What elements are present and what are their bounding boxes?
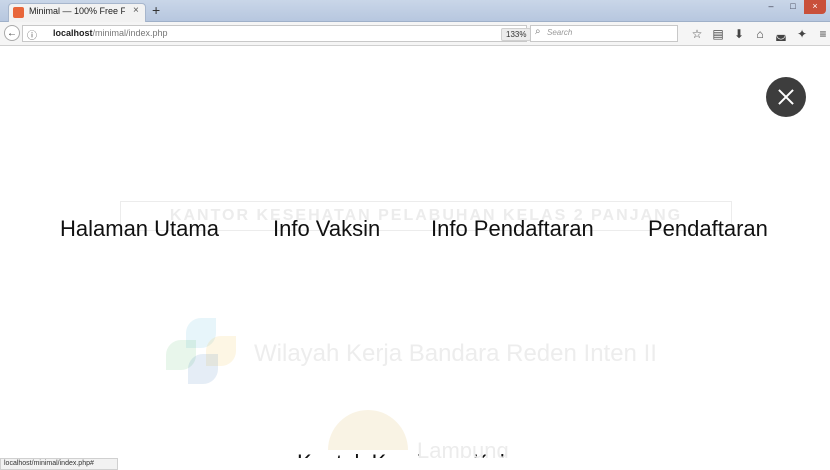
background-seal: [328, 410, 408, 450]
browser-navbar: ← ⓘ localhost/minimal/index.php 133% ↻ ⌕…: [0, 22, 830, 46]
browser-titlebar: Minimal — 100% Free Fully R × + – □ ×: [0, 0, 830, 22]
background-region-text: Wilayah Kerja Bandara Reden Inten II: [254, 340, 657, 367]
search-icon: ⌕: [535, 26, 541, 37]
menu-item-info-vaksin[interactable]: Info Vaksin: [273, 216, 380, 242]
clipboard-icon[interactable]: ▤: [711, 26, 725, 42]
address-bar[interactable]: ⓘ localhost/minimal/index.php 133% ↻: [22, 25, 543, 42]
window-close-icon[interactable]: ×: [804, 0, 826, 14]
download-icon[interactable]: ⬇: [732, 26, 746, 42]
pocket-icon[interactable]: ◛: [774, 26, 788, 42]
browser-tab[interactable]: Minimal — 100% Free Fully R ×: [8, 3, 146, 22]
search-placeholder: Search: [547, 28, 573, 37]
menu-item-halaman-utama[interactable]: Halaman Utama: [60, 216, 219, 242]
url-host: localhost: [53, 28, 93, 38]
menu-item-kontak-kami[interactable]: Kontak Kami: [297, 450, 422, 458]
info-icon[interactable]: ⓘ: [27, 27, 37, 42]
tab-title: Minimal — 100% Free Fully R: [29, 6, 125, 16]
maximize-icon[interactable]: □: [782, 0, 804, 14]
minimize-icon[interactable]: –: [760, 0, 782, 14]
tab-close-icon[interactable]: ×: [133, 5, 139, 16]
background-logo: [162, 318, 240, 386]
extension-icon[interactable]: ✦: [795, 26, 809, 42]
menu-item-info-pendaftaran[interactable]: Info Pendaftaran: [431, 216, 594, 242]
logo-leaf-icon: [188, 354, 218, 384]
window-controls: – □ ×: [760, 0, 826, 16]
url-text: localhost/minimal/index.php: [53, 28, 168, 38]
menu-icon[interactable]: ≡: [816, 26, 830, 42]
search-bar[interactable]: ⌕ Search: [530, 25, 678, 42]
status-bar: localhost/minimal/index.php#: [0, 458, 118, 470]
site-favicon-icon: [13, 7, 24, 18]
overlay-menu: Halaman Utama Info Vaksin Info Pendaftar…: [0, 216, 830, 458]
url-path: /minimal/index.php: [92, 28, 168, 38]
zoom-badge[interactable]: 133%: [501, 28, 532, 41]
back-arrow-icon[interactable]: ←: [4, 25, 20, 41]
close-icon[interactable]: [766, 77, 806, 117]
background-city-text: Lampung: [417, 438, 509, 458]
home-icon[interactable]: ⌂: [753, 26, 767, 42]
toolbar-icons: ☆ ▤ ⬇ ⌂ ◛ ✦ ≡: [690, 26, 830, 42]
new-tab-button[interactable]: +: [152, 2, 160, 18]
page-content: KANTOR KESEHATAN PELABUHAN KELAS 2 PANJA…: [0, 46, 830, 458]
menu-item-pendaftaran[interactable]: Pendaftaran: [648, 216, 768, 242]
star-icon[interactable]: ☆: [690, 26, 704, 42]
